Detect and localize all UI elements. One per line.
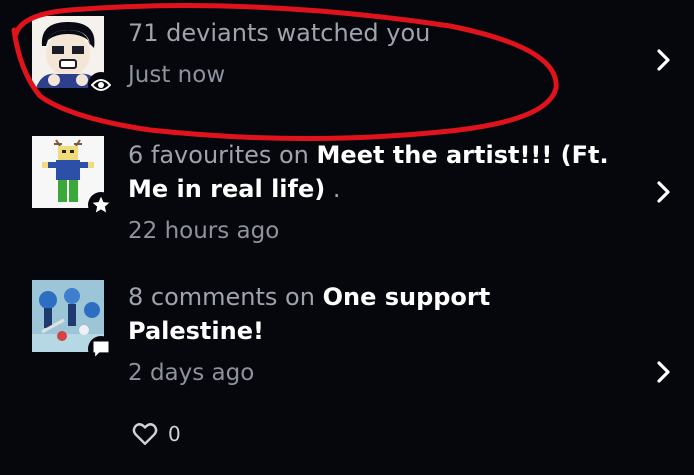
notification-message: 8 comments on One support Palestine! — [128, 280, 628, 348]
notification-comments[interactable]: 8 comments on One support Palestine! 2 d… — [0, 272, 694, 402]
comment-icon — [88, 336, 114, 362]
notification-count-text: 6 favourites on — [128, 141, 317, 169]
chevron-right-icon[interactable] — [652, 180, 676, 204]
notification-time: 2 days ago — [128, 360, 255, 386]
star-icon — [88, 192, 114, 218]
notification-message: 6 favourites on Meet the artist!!! (Ft. … — [128, 138, 628, 206]
notification-suffix: . — [325, 175, 341, 203]
notification-favourites[interactable]: 6 favourites on Meet the artist!!! (Ft. … — [0, 130, 694, 260]
like-count: 0 — [168, 422, 181, 446]
chevron-right-icon[interactable] — [652, 48, 676, 72]
deviation-thumbnail[interactable] — [32, 280, 114, 362]
notification-time: 22 hours ago — [128, 218, 280, 244]
notification-time: Just now — [128, 62, 226, 88]
notification-count-text: 71 deviants watched you — [128, 19, 431, 47]
heart-outline-icon — [132, 423, 158, 445]
deviation-thumbnail[interactable] — [32, 136, 114, 218]
watcher-avatar[interactable] — [32, 16, 114, 98]
notification-watchers[interactable]: 71 deviants watched you Just now — [0, 0, 694, 120]
eye-icon — [88, 72, 114, 98]
chevron-right-icon[interactable] — [652, 360, 676, 384]
like-button[interactable]: 0 — [132, 420, 181, 448]
notification-message: 71 deviants watched you — [128, 16, 628, 50]
notification-count-text: 8 comments on — [128, 283, 323, 311]
